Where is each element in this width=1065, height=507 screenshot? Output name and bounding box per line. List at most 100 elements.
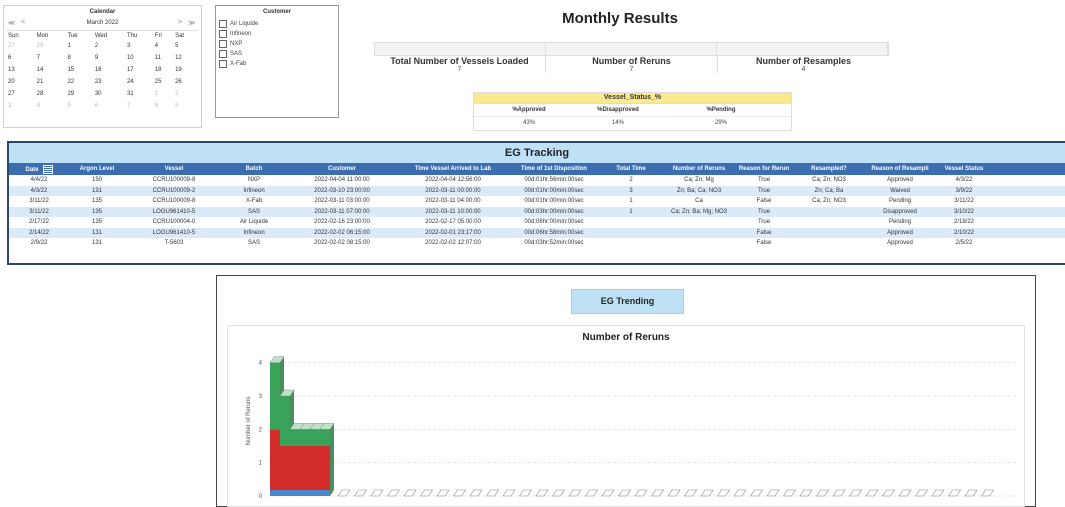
column-header[interactable]: Total Time [601,163,661,175]
calendar-day[interactable]: 7 [125,100,153,112]
table-cell [791,217,867,228]
empty-bar [815,489,830,497]
column-header[interactable]: Resampled? [791,163,867,175]
table-row[interactable]: 3/11/22 135 CCRU100009-8 X-Fab 2022-03-11 03… [9,196,1065,207]
column-header-label: Time Vessel Arrived to Lab [414,166,492,172]
calendar-day[interactable]: 24 [125,76,153,88]
checkbox[interactable] [219,20,227,28]
next-year-button[interactable]: ≫ [188,19,195,27]
checkbox[interactable] [219,40,227,48]
status-header: %Disapproved [597,107,639,113]
empty-bar [370,489,384,497]
sort-icon[interactable] [42,164,53,174]
table-cell: 1 [629,198,633,205]
customer-option[interactable]: Air Liquide [216,19,338,29]
calendar-day[interactable]: 6 [6,52,35,64]
column-header[interactable]: Reason of Resampli [867,163,933,175]
empty-bar [337,489,351,497]
table-cell: True [737,206,791,217]
calendar-day[interactable]: 19 [173,64,198,76]
calendar-day[interactable]: 16 [93,64,125,76]
table-cell-spacer [995,175,1065,186]
calendar-day[interactable]: 14 [35,64,66,76]
calendar-day[interactable]: 30 [93,88,125,100]
calendar-day[interactable]: 1 [153,88,173,100]
column-header[interactable]: Vessel Status [933,163,995,175]
calendar-day[interactable]: 22 [65,76,92,88]
calendar-day[interactable]: 6 [93,100,125,112]
checkbox[interactable] [219,60,227,68]
checkbox[interactable] [219,50,227,58]
table-row[interactable]: 4/4/22 150 CCRU100009-8 NXP 2022-04-04 11:00… [9,175,1065,186]
column-header-label: Vessel Status [944,166,984,172]
calendar-day[interactable]: 27 [6,40,35,52]
calendar-day[interactable]: 8 [65,52,92,64]
table-cell: Air Liquide [239,219,269,226]
calendar-day[interactable]: 8 [153,100,173,112]
table-cell: 2022-02-17 05:00:00 [425,219,481,226]
calendar-day[interactable]: 21 [35,76,66,88]
calendar-day[interactable]: 2 [173,88,198,100]
table-cell: 2022-02-01 23:17:00 [399,227,507,238]
calendar-day[interactable]: 3 [125,40,153,52]
column-header[interactable]: Argon Level [69,163,125,175]
calendar-day[interactable]: 23 [93,76,125,88]
next-month-button[interactable]: > [178,19,182,26]
calendar-day[interactable]: 1 [65,40,92,52]
column-header[interactable]: Date [9,163,69,175]
calendar-day[interactable]: 27 [6,88,35,100]
calendar-day[interactable]: 28 [35,88,66,100]
calendar-day[interactable]: 12 [173,52,198,64]
table-cell: False [756,240,772,247]
eg-trending-button[interactable]: EG Trending [571,289,684,314]
calendar-day[interactable]: 13 [6,64,35,76]
customer-option[interactable]: X-Fab [216,59,338,69]
column-header[interactable]: Time Vessel Arrived to Lab [399,163,507,175]
column-header[interactable]: Number of Reruns [661,163,737,175]
table-cell: 2022-02-02 06:15:00 [285,227,399,238]
table-cell: 2/10/22 [933,227,995,238]
table-cell: 2/14/22 [9,227,69,238]
calendar-day[interactable]: 17 [125,64,153,76]
column-header[interactable]: Batch [223,163,285,175]
calendar-day[interactable]: 10 [125,52,153,64]
customer-slicer-title: Customer [262,9,291,15]
customer-option[interactable]: Infineon [216,29,338,39]
calendar-day[interactable]: 28 [35,40,66,52]
calendar-day[interactable]: 3 [6,100,35,112]
calendar-day[interactable]: 20 [6,76,35,88]
customer-option[interactable]: NXP [216,39,338,49]
calendar-day[interactable]: 15 [65,64,92,76]
calendar-day[interactable]: 11 [153,52,173,64]
column-header[interactable]: Time of 1st Disposition [507,163,601,175]
calendar-day[interactable]: 5 [173,40,198,52]
table-row[interactable]: 3/11/22 135 LOGU961410-5 SAS 2022-03-11 07:0… [9,206,1065,217]
column-header[interactable]: Vessel [125,163,223,175]
calendar-day[interactable]: 29 [65,88,92,100]
calendar-day[interactable]: 25 [153,76,173,88]
calendar-day[interactable]: 4 [153,40,173,52]
column-header[interactable]: Customer [285,163,399,175]
calendar-day[interactable]: 9 [93,52,125,64]
calendar-day[interactable]: 9 [173,100,198,112]
calendar-day[interactable]: 18 [153,64,173,76]
table-cell: 00d:03hr:00min:00sec [507,206,601,217]
table-cell: Ca; Zn; NO3 [812,177,846,184]
table-row[interactable]: 2/9/22 131 T-5603 SAS 2022-02-02 08:15:00 202… [9,238,1065,249]
table-row[interactable]: 4/3/22 131 CCRU100009-2 Infineon 2022-03-10 … [9,185,1065,196]
calendar-day[interactable]: 7 [35,52,66,64]
customer-option[interactable]: SAS [216,49,338,59]
calendar-day[interactable]: 31 [125,88,153,100]
table-row[interactable]: 2/14/22 131 LOGU961410-5 Infineon 2022-02-02… [9,227,1065,238]
calendar-day[interactable]: 5 [65,100,92,112]
calendar-day[interactable]: 4 [35,100,66,112]
calendar-day[interactable]: 2 [93,40,125,52]
table-cell: 3/11/22 [29,198,49,205]
table-row[interactable]: 2/17/22 135 CCRU100004-0 Air Liquide 2022-02… [9,217,1065,228]
y-axis-label: Number of Reruns [246,396,252,445]
column-header[interactable]: Reason for Rerun [737,163,791,175]
checkbox[interactable] [219,30,227,38]
weekday-header: Fri [152,30,174,40]
calendar-day[interactable]: 26 [173,76,198,88]
bar-segment-red [310,446,320,490]
